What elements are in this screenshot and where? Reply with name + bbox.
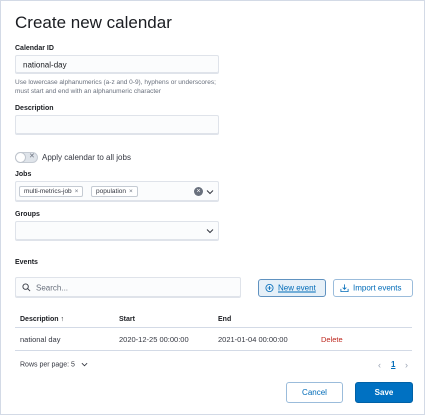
switch-knob: [15, 152, 26, 163]
new-event-button[interactable]: New event: [258, 279, 326, 297]
switch-off-icon: ✕: [29, 153, 35, 160]
calendar-id-input[interactable]: national-day: [15, 55, 219, 74]
apply-all-jobs-switch[interactable]: ✕: [15, 152, 38, 163]
search-placeholder: Search...: [36, 283, 69, 292]
import-events-button[interactable]: Import events: [333, 279, 413, 297]
jobs-chevron-down-icon[interactable]: [206, 188, 214, 196]
clear-jobs-icon[interactable]: ×: [194, 187, 203, 196]
events-search-input[interactable]: Search...: [15, 277, 241, 298]
groups-chevron-down-icon[interactable]: [206, 227, 214, 235]
column-header-end[interactable]: End: [218, 316, 231, 323]
job-pill-population: population ×: [91, 186, 138, 197]
sort-ascending-icon: ↑: [60, 316, 64, 323]
remove-job-icon[interactable]: ×: [75, 188, 79, 195]
job-pill-multi-metrics-job: multi-metrics-job ×: [19, 186, 84, 197]
search-icon: [22, 283, 31, 292]
cancel-button[interactable]: Cancel: [286, 382, 343, 403]
page-title: Create new calendar: [15, 13, 172, 32]
plus-in-circle-icon: [265, 283, 274, 293]
job-pill-label: population: [96, 188, 126, 195]
calendar-id-value: national-day: [23, 60, 67, 69]
delete-event-button[interactable]: Delete: [321, 335, 343, 344]
create-calendar-panel: Create new calendar Calendar ID national…: [0, 0, 425, 415]
event-description-cell: national day: [20, 335, 61, 344]
calendar-id-label: Calendar ID: [15, 45, 54, 52]
new-event-label: New event: [278, 283, 316, 293]
column-header-description[interactable]: Description ↑: [20, 316, 64, 323]
event-start-cell: 2020-12-25 00:00:00: [119, 335, 189, 344]
save-button[interactable]: Save: [355, 382, 413, 403]
page-1-button[interactable]: 1: [391, 360, 395, 369]
import-icon: [340, 284, 349, 293]
rows-per-page-label: Rows per page: 5: [20, 361, 75, 369]
chevron-down-icon: [81, 362, 88, 367]
table-header-divider: [15, 327, 412, 328]
column-header-start[interactable]: Start: [119, 316, 135, 323]
table-row-divider: [15, 350, 412, 351]
description-input[interactable]: [15, 115, 219, 135]
import-events-label: Import events: [353, 283, 402, 293]
previous-page-icon[interactable]: ‹: [378, 360, 381, 370]
apply-all-jobs-label: Apply calendar to all jobs: [42, 153, 131, 162]
calendar-id-help: Use lowercase alphanumerics (a-z and 0-9…: [15, 79, 216, 95]
groups-label: Groups: [15, 211, 40, 218]
jobs-label: Jobs: [15, 171, 32, 178]
groups-combobox[interactable]: [15, 221, 219, 241]
next-page-icon[interactable]: ›: [405, 360, 408, 370]
remove-job-icon[interactable]: ×: [129, 188, 133, 195]
description-label: Description: [15, 105, 54, 112]
column-header-label: Description: [20, 316, 59, 323]
events-label: Events: [15, 259, 38, 266]
event-end-cell: 2021-01-04 00:00:00: [218, 335, 288, 344]
job-pill-label: multi-metrics-job: [24, 188, 72, 195]
rows-per-page-button[interactable]: Rows per page: 5: [20, 361, 88, 368]
